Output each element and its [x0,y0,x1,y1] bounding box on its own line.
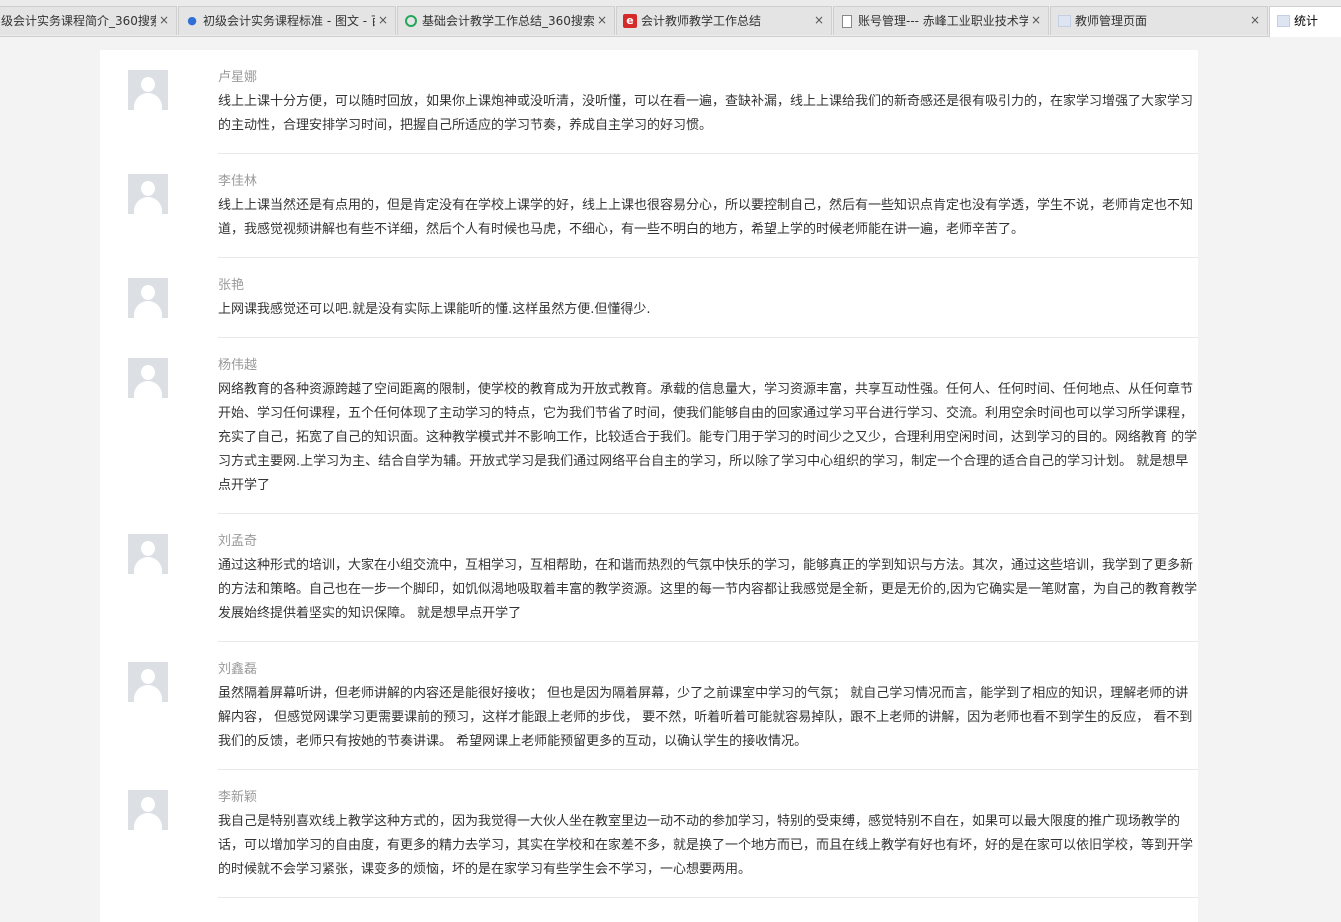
comment-text: 网络教育的各种资源跨越了空间距离的限制，使学校的教育成为开放式教育。承载的信息量… [218,382,1198,493]
commenter-name: 张艳 [218,278,245,293]
comment-list: 卢星娜 线上上课十分方便，可以随时回放，如果你上课炮神或没听清，没听懂，可以在看… [100,50,1198,922]
tab-7-active[interactable]: 统计 [1269,6,1341,37]
avatar-icon [128,278,168,318]
avatar-icon [128,790,168,830]
commenter-name: 李佳林 [218,174,258,189]
close-icon[interactable]: × [1030,13,1042,27]
tab-4[interactable]: e 会计教师教学工作总结 × [616,6,832,35]
avatar-icon [128,174,168,214]
close-icon[interactable]: × [813,13,825,27]
commenter-name: 杨伟越 [218,358,258,373]
commenter-name: 刘鑫磊 [218,662,258,677]
close-icon[interactable]: × [158,13,170,27]
divider [218,337,1198,338]
tab-2[interactable]: ● 初级会计实务课程标准 - 图文 - 百 × [178,6,396,35]
divider [218,897,1198,898]
tab-1[interactable]: 级会计实务课程简介_360搜索 × [0,6,177,35]
comment-text: 线上上课当然还是有点用的，但是肯定没有在学校上课学的好，线上上课也很容易分心，所… [218,198,1194,237]
blank-page-icon [1276,14,1290,28]
tab-title: 会计教师教学工作总结 [641,14,762,28]
divider [218,769,1198,770]
comment-text: 上网课我感觉还可以吧.就是没有实际上课能听的懂.这样虽然方便.但懂得少. [218,302,651,317]
commenter-name: 刘孟奇 [218,534,258,549]
avatar-icon [128,358,168,398]
tab-title: 账号管理--- 赤峰工业职业技术学院 [858,14,1028,28]
close-icon[interactable]: × [377,13,389,27]
tab-title: 教师管理页面 [1075,14,1148,28]
comment-text: 虽然隔着屏幕听讲，但老师讲解的内容还是能很好接收； 但也是因为隔着屏幕，少了之前… [218,686,1193,749]
avatar-icon [128,70,168,110]
red-site-icon: e [623,14,637,28]
close-icon[interactable]: × [596,13,608,27]
commenter-name: 卢星娜 [218,70,258,85]
divider [218,257,1198,258]
tab-5[interactable]: 账号管理--- 赤峰工业职业技术学院 × [833,6,1049,35]
divider [218,641,1198,642]
browser-tab-bar: 级会计实务课程简介_360搜索 × ● 初级会计实务课程标准 - 图文 - 百 … [0,0,1341,37]
tab-6[interactable]: 教师管理页面 × [1050,6,1268,35]
commenter-name: 李新颖 [218,790,258,805]
tab-title: 级会计实务课程简介_360搜索 [1,14,156,28]
avatar-icon [128,662,168,702]
avatar-icon [128,534,168,574]
comment-text: 通过这种形式的培训，大家在小组交流中，互相学习，互相帮助，在和谐而热烈的气氛中快… [218,558,1198,621]
tab-3[interactable]: 基础会计教学工作总结_360搜索 × [397,6,615,35]
comment-text: 线上上课十分方便，可以随时回放，如果你上课炮神或没听清，没听懂，可以在看一遍，查… [218,94,1194,133]
tab-title: 统计 [1294,14,1319,28]
paw-icon: ● [187,14,197,27]
tab-title: 基础会计教学工作总结_360搜索 [422,14,594,28]
comment-text: 我自己是特别喜欢线上教学这种方式的，因为我觉得一大伙人坐在教室里边一动不动的参加… [218,814,1194,877]
divider [218,513,1198,514]
page-icon [840,14,854,28]
divider [218,153,1198,154]
blank-page-icon [1057,14,1071,28]
close-icon[interactable]: × [1249,13,1261,27]
search-360-icon [404,14,418,28]
tab-title: 初级会计实务课程标准 - 图文 - 百 [203,14,375,28]
